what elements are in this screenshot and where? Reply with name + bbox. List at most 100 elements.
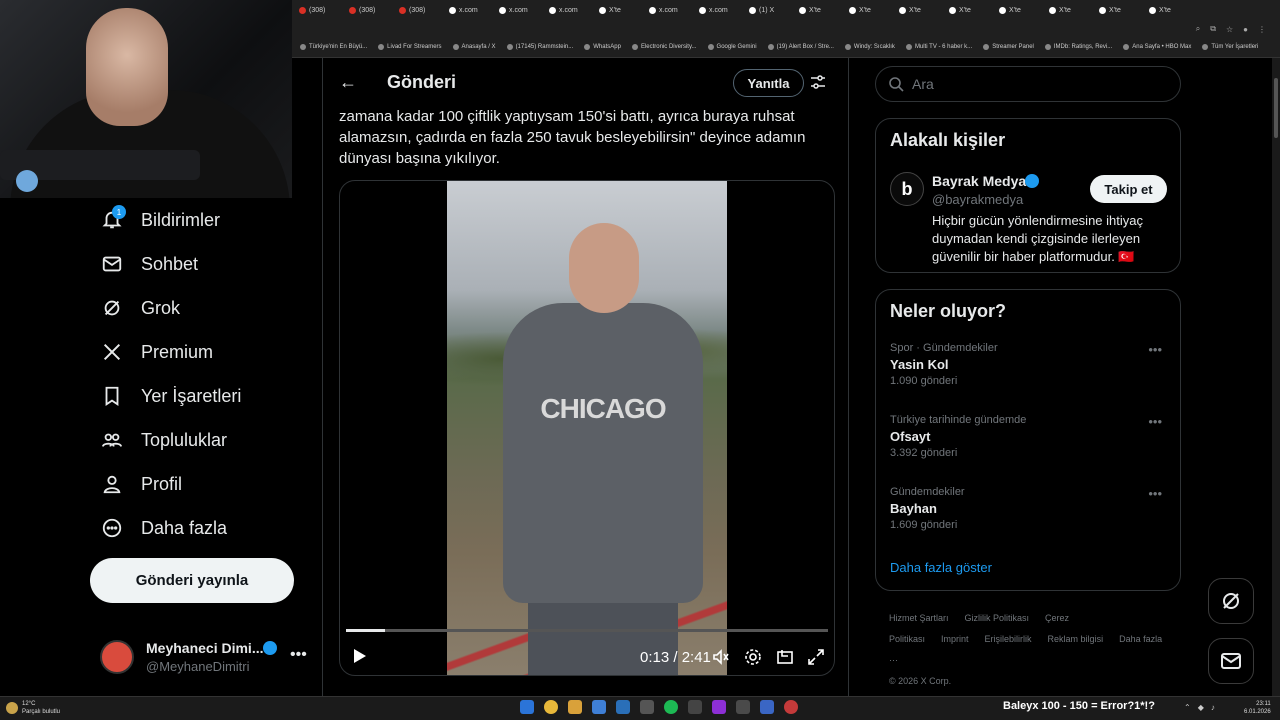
browser-tab[interactable]: x.com <box>646 2 694 18</box>
app-icon[interactable] <box>640 700 654 714</box>
more-icon[interactable]: ••• <box>1148 414 1162 429</box>
browser-tab[interactable]: X'te <box>796 2 844 18</box>
messages-fab-button[interactable] <box>1208 638 1254 684</box>
weather-widget[interactable]: 12°C Parçalı bulutlu <box>22 700 60 716</box>
bookmark-item[interactable]: WhatsApp <box>584 44 621 50</box>
avatar[interactable]: b <box>890 172 924 206</box>
footer-link[interactable]: Reklam bilgisi <box>1048 634 1104 644</box>
app-icon[interactable] <box>688 700 702 714</box>
sidebar-item-communities[interactable]: Topluluklar <box>0 418 292 462</box>
install-icon[interactable]: ⧉ <box>1210 24 1216 34</box>
settings-gear-icon[interactable] <box>744 648 762 666</box>
bookmark-item[interactable]: Google Gemini <box>707 44 757 50</box>
search-icon[interactable]: ⌕ <box>1196 24 1200 34</box>
bookmark-item[interactable]: Ana Sayfa • HBO Max <box>1123 44 1191 50</box>
trend-item[interactable]: Gündemdekiler Bayhan 1.609 gönderi ••• <box>890 486 1170 531</box>
browser-tab[interactable]: X'te <box>846 2 894 18</box>
sidebar-item-notifications[interactable]: 1 Bildirimler <box>0 198 292 242</box>
more-icon[interactable]: ••• <box>290 646 307 664</box>
more-icon[interactable]: ••• <box>1148 342 1162 357</box>
menu-icon[interactable]: ⋮ <box>1258 25 1266 34</box>
spotify-icon[interactable] <box>664 700 678 714</box>
post-button[interactable]: Gönderi yayınla <box>90 558 294 603</box>
more-icon[interactable]: ••• <box>1148 486 1162 501</box>
page-scrollbar[interactable] <box>1272 58 1280 696</box>
weather-desc: Parçalı bulutlu <box>22 709 61 715</box>
browser-tab[interactable]: X'te <box>896 2 944 18</box>
show-more-link[interactable]: Daha fazla göster <box>890 560 992 575</box>
browser-tab[interactable]: (308) <box>346 2 394 18</box>
bookmark-item[interactable]: (19) Alert Box / Stre... <box>767 44 834 50</box>
bookmark-item[interactable]: (17145) Rammstein... <box>506 44 573 50</box>
bookmark-item[interactable]: Windy: Sıcaklık <box>844 44 895 50</box>
video-player[interactable]: CHICAGO 0:13 / 2:41 <box>339 180 835 676</box>
browser-tab[interactable]: X'te <box>996 2 1044 18</box>
search-input[interactable]: Ara <box>875 66 1181 102</box>
profile-icon[interactable]: ● <box>1243 25 1248 34</box>
related-name[interactable]: Bayrak Medya <box>932 173 1026 189</box>
account-switcher[interactable]: Meyhaneci Dimi... @MeyhaneDimitri ••• <box>100 636 310 680</box>
play-icon[interactable] <box>350 647 368 665</box>
browser-tab[interactable]: X'te <box>1096 2 1144 18</box>
app-icon[interactable] <box>592 700 606 714</box>
trend-item[interactable]: Spor · Gündemdekiler Yasin Kol 1.090 gön… <box>890 342 1170 387</box>
footer-link[interactable]: Hizmet Şartları <box>889 613 949 623</box>
reply-button[interactable]: Yanıtla <box>733 69 804 97</box>
bookmark-item[interactable]: Electronic Diversity... <box>631 44 697 50</box>
video-progress-bar[interactable] <box>346 629 828 632</box>
trend-item[interactable]: Türkiye tarihinde gündemde Ofsayt 3.392 … <box>890 414 1170 459</box>
verified-icon <box>1025 174 1039 188</box>
bookmark-item[interactable]: Tüm Yer İşaretleri <box>1202 44 1258 50</box>
sidebar-item-chat[interactable]: Sohbet <box>0 242 292 286</box>
weather-icon[interactable] <box>6 702 18 714</box>
bookmark-item[interactable]: IMDb: Ratings, Revi... <box>1044 44 1112 50</box>
tab-favicon-icon <box>449 6 456 14</box>
bookmark-item[interactable]: Anasayfa / X <box>452 44 496 50</box>
steam-icon[interactable] <box>616 700 630 714</box>
filter-icon[interactable] <box>810 74 826 90</box>
chrome-icon[interactable] <box>544 700 558 714</box>
folder-icon[interactable] <box>568 700 582 714</box>
bookmark-item[interactable]: Türkiye'nin En Büyü... <box>300 44 367 50</box>
clock[interactable]: 23:11 6.01.2026 <box>1244 700 1271 716</box>
browser-tab[interactable]: X'te <box>596 2 644 18</box>
browser-tab[interactable]: x.com <box>446 2 494 18</box>
back-arrow-icon[interactable]: ← <box>339 72 357 93</box>
browser-tab[interactable]: X'te <box>946 2 994 18</box>
browser-tab[interactable]: x.com <box>546 2 594 18</box>
bookmark-item[interactable]: Livad For Streamers <box>378 44 442 50</box>
browser-tab[interactable]: X'te <box>1146 2 1194 18</box>
bookmark-item[interactable]: Multi TV - 6 haber k... <box>905 44 972 50</box>
sidebar-item-profile[interactable]: Profil <box>0 462 292 506</box>
sidebar-item-grok[interactable]: Grok <box>0 286 292 330</box>
app-icon[interactable] <box>712 700 726 714</box>
footer-link[interactable]: Imprint <box>941 634 969 644</box>
grok-fab-button[interactable] <box>1208 578 1254 624</box>
app-icon[interactable] <box>736 700 750 714</box>
browser-tab[interactable]: (308) <box>296 2 344 18</box>
follow-button[interactable]: Takip et <box>1090 175 1167 203</box>
star-icon[interactable]: ☆ <box>1226 25 1233 34</box>
sidebar-item-premium[interactable]: Premium <box>0 330 292 374</box>
footer-link[interactable]: Erişilebilirlik <box>985 634 1032 644</box>
sidebar-item-bookmarks[interactable]: Yer İşaretleri <box>0 374 292 418</box>
browser-tab[interactable]: x.com <box>496 2 544 18</box>
bookmark-label: Google Gemini <box>716 44 757 50</box>
browser-tab[interactable]: X'te <box>1046 2 1094 18</box>
fullscreen-icon[interactable] <box>807 648 825 666</box>
app-icon[interactable] <box>760 700 774 714</box>
browser-tab[interactable]: (308) <box>396 2 444 18</box>
tab-label: (1) X <box>759 6 775 14</box>
volume-icon[interactable] <box>712 648 730 666</box>
browser-tab[interactable]: (1) X <box>746 2 794 18</box>
video-frame[interactable]: CHICAGO <box>447 181 727 675</box>
bookmark-item[interactable]: Streamer Panel <box>983 44 1034 50</box>
sidebar-item-more[interactable]: Daha fazla <box>0 506 292 550</box>
footer-link[interactable]: Gizlilik Politikası <box>965 613 1030 623</box>
system-tray[interactable]: ⌃ ◆ ♪ <box>1184 703 1215 712</box>
browser-tab[interactable]: x.com <box>696 2 744 18</box>
app-icon[interactable] <box>784 700 798 714</box>
picture-in-picture-icon[interactable] <box>776 648 794 666</box>
start-icon[interactable] <box>520 700 534 714</box>
tab-favicon-icon <box>649 6 656 14</box>
